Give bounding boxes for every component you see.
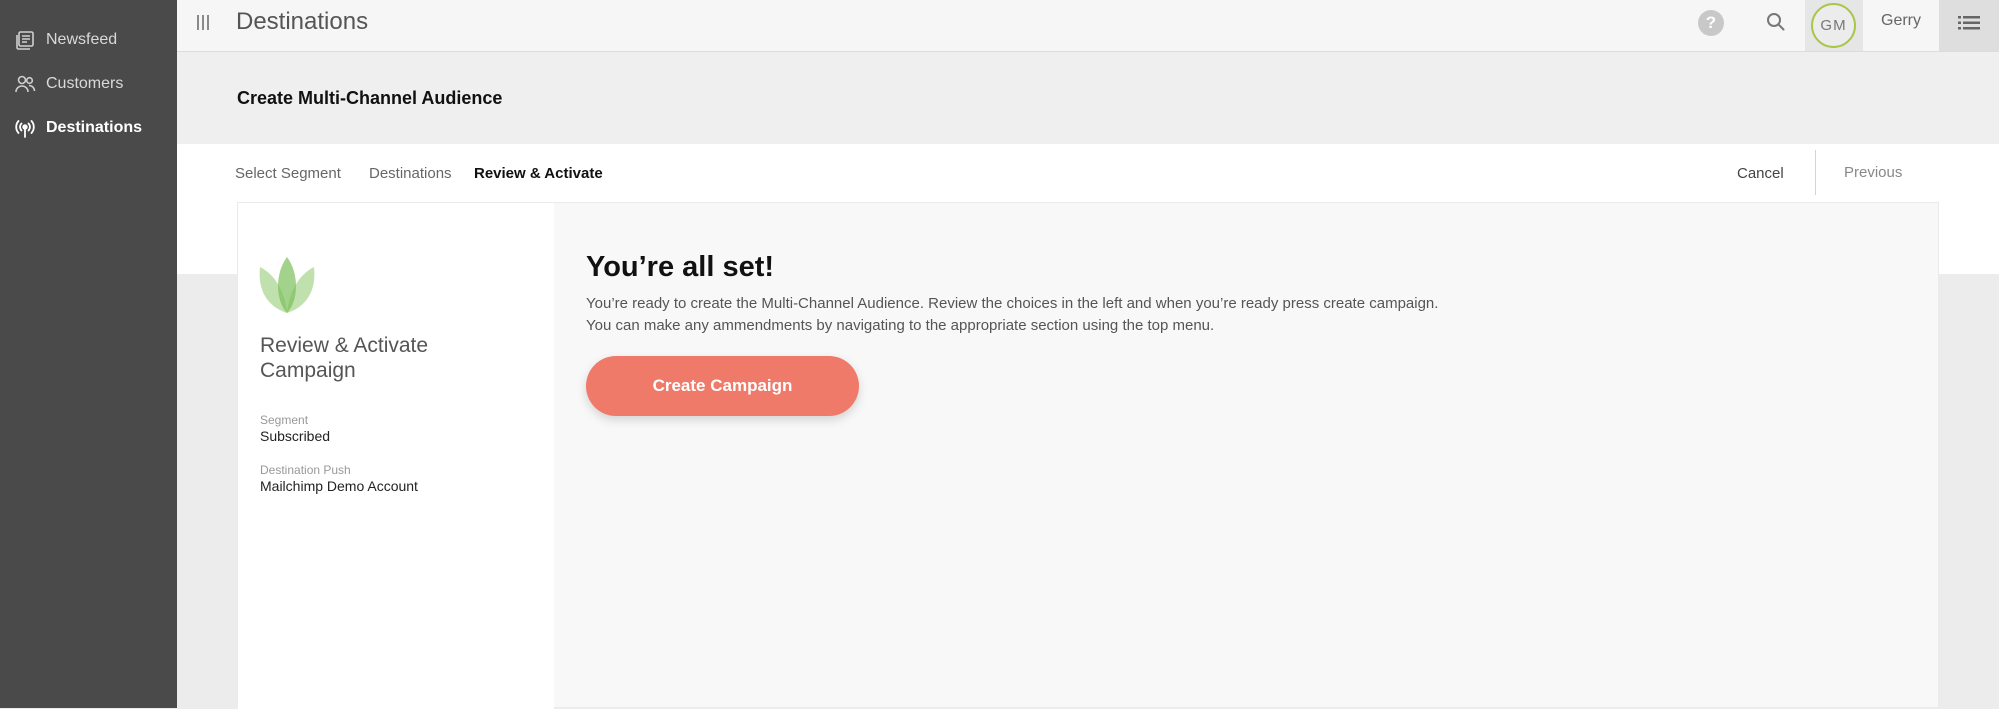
sidebar-item-customers[interactable]: Customers	[14, 70, 123, 98]
avatar-button[interactable]: GM	[1805, 0, 1863, 51]
step-destinations[interactable]: Destinations	[369, 165, 452, 182]
segment-label: Segment	[260, 413, 309, 427]
collapse-menu-icon[interactable]	[195, 12, 211, 32]
list-menu-button[interactable]	[1939, 0, 1999, 51]
destination-value: Mailchimp Demo Account	[260, 478, 418, 494]
confirmation-headline: You’re all set!	[586, 251, 775, 283]
help-icon[interactable]: ?	[1698, 10, 1724, 36]
sidebar: Newsfeed Customers Destinations	[0, 0, 177, 708]
customers-icon	[14, 73, 36, 95]
confirmation-text: You’re ready to create the Multi-Channel…	[586, 295, 1439, 312]
sidebar-item-label: Destinations	[46, 119, 143, 136]
divider	[1815, 150, 1816, 195]
user-name[interactable]: Gerry	[1881, 12, 1921, 30]
confirmation-hint: You can make any ammendments by navigati…	[586, 317, 1215, 334]
step-review-activate[interactable]: Review & Activate	[474, 165, 603, 182]
sidebar-item-destinations[interactable]: Destinations	[14, 114, 142, 142]
sidebar-item-label: Customers	[46, 75, 124, 92]
avatar: GM	[1811, 3, 1856, 48]
page-header: Create Multi-Channel Audience	[177, 52, 1999, 144]
cancel-button[interactable]: Cancel	[1737, 165, 1784, 182]
summary-panel: Review & Activate Campaign Segment Subsc…	[238, 203, 554, 709]
list-icon	[1958, 14, 1980, 37]
summary-title: Review & Activate Campaign	[260, 334, 429, 382]
create-campaign-button[interactable]: Create Campaign	[586, 356, 859, 416]
step-select-segment[interactable]: Select Segment	[235, 165, 341, 182]
lotus-logo-icon	[258, 255, 316, 315]
broadcast-icon	[14, 117, 36, 139]
page-heading: Destinations	[236, 8, 369, 35]
review-card: Review & Activate Campaign Segment Subsc…	[237, 202, 1939, 709]
destination-label: Destination Push	[260, 463, 351, 477]
top-bar: Destinations ? GM Gerry	[177, 0, 1999, 52]
previous-button[interactable]: Previous	[1844, 164, 1902, 181]
sidebar-item-label: Newsfeed	[46, 31, 118, 48]
segment-value: Subscribed	[260, 428, 331, 444]
newsfeed-icon	[14, 29, 36, 51]
page-title: Create Multi-Channel Audience	[237, 88, 503, 108]
sidebar-item-newsfeed[interactable]: Newsfeed	[14, 26, 117, 54]
search-icon[interactable]	[1764, 10, 1788, 34]
